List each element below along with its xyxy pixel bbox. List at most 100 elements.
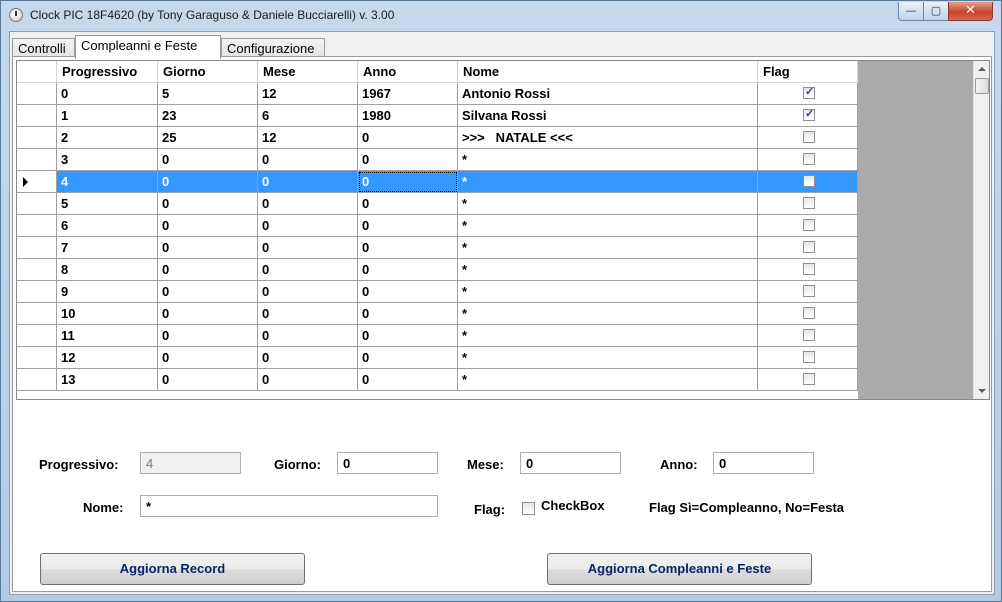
checkbox-unchecked-icon[interactable]	[803, 175, 815, 187]
cell-flag[interactable]	[758, 215, 858, 237]
checkbox-unchecked-icon[interactable]	[803, 351, 815, 363]
tab-configurazione[interactable]: Configurazione	[221, 38, 325, 58]
clock-icon[interactable]	[9, 8, 23, 22]
cell-mese[interactable]: 0	[258, 369, 358, 391]
row-header[interactable]	[17, 83, 57, 105]
cell-anno[interactable]: 0	[358, 127, 458, 149]
cell-progressivo[interactable]: 13	[57, 369, 158, 391]
column-header-giorno[interactable]: Giorno	[158, 61, 258, 83]
cell-nome[interactable]: Silvana Rossi	[458, 105, 758, 127]
cell-flag[interactable]	[758, 127, 858, 149]
cell-anno[interactable]: 0	[358, 237, 458, 259]
cell-giorno[interactable]: 5	[158, 83, 258, 105]
table-row[interactable]: 6 0 0 0 *	[17, 215, 858, 237]
cell-flag[interactable]	[758, 237, 858, 259]
cell-anno[interactable]: 0	[358, 347, 458, 369]
cell-nome[interactable]: *	[458, 347, 758, 369]
column-header-progressivo[interactable]: Progressivo	[57, 61, 158, 83]
checkbox-checked-icon[interactable]	[803, 85, 815, 99]
row-header[interactable]	[17, 193, 57, 215]
cell-giorno[interactable]: 0	[158, 149, 258, 171]
cell-progressivo[interactable]: 1	[57, 105, 158, 127]
cell-mese[interactable]: 0	[258, 303, 358, 325]
cell-anno[interactable]: 1980	[358, 105, 458, 127]
scroll-thumb[interactable]	[975, 78, 989, 94]
cell-anno[interactable]: 0	[358, 259, 458, 281]
column-header-flag[interactable]: Flag	[758, 61, 858, 83]
checkbox-unchecked-icon[interactable]	[803, 131, 815, 143]
mese-field[interactable]: 0	[520, 452, 621, 474]
column-header-mese[interactable]: Mese	[258, 61, 358, 83]
table-row[interactable]: 1 23 6 1980 Silvana Rossi	[17, 105, 858, 127]
cell-flag[interactable]	[758, 369, 858, 391]
cell-anno[interactable]: 0	[358, 369, 458, 391]
cell-mese[interactable]: 12	[258, 127, 358, 149]
cell-flag[interactable]	[758, 259, 858, 281]
table-row[interactable]: 13 0 0 0 *	[17, 369, 858, 391]
cell-giorno[interactable]: 0	[158, 237, 258, 259]
row-header[interactable]	[17, 325, 57, 347]
table-row[interactable]: 12 0 0 0 *	[17, 347, 858, 369]
cell-flag[interactable]	[758, 149, 858, 171]
row-header[interactable]	[17, 259, 57, 281]
cell-flag[interactable]	[758, 171, 858, 193]
cell-mese[interactable]: 0	[258, 215, 358, 237]
cell-progressivo[interactable]: 8	[57, 259, 158, 281]
records-grid[interactable]: Progressivo Giorno Mese Anno Nome Flag 0…	[16, 60, 990, 400]
cell-nome[interactable]: Antonio Rossi	[458, 83, 758, 105]
nome-field[interactable]: *	[140, 495, 438, 517]
column-header-anno[interactable]: Anno	[358, 61, 458, 83]
flag-checkbox[interactable]	[522, 502, 535, 515]
table-row[interactable]: 9 0 0 0 *	[17, 281, 858, 303]
checkbox-unchecked-icon[interactable]	[803, 285, 815, 297]
cell-nome[interactable]: *	[458, 281, 758, 303]
table-row[interactable]: 3 0 0 0 *	[17, 149, 858, 171]
cell-flag[interactable]	[758, 83, 858, 105]
anno-field[interactable]: 0	[713, 452, 814, 474]
row-header[interactable]	[17, 215, 57, 237]
vertical-scrollbar[interactable]	[973, 61, 989, 399]
cell-nome[interactable]: *	[458, 259, 758, 281]
cell-nome[interactable]: *	[458, 215, 758, 237]
cell-nome[interactable]: *	[458, 193, 758, 215]
cell-nome[interactable]: *	[458, 237, 758, 259]
cell-progressivo[interactable]: 11	[57, 325, 158, 347]
cell-flag[interactable]	[758, 347, 858, 369]
flag-checkbox-label[interactable]: CheckBox	[541, 498, 605, 513]
checkbox-unchecked-icon[interactable]	[803, 263, 815, 275]
cell-giorno[interactable]: 0	[158, 193, 258, 215]
close-button[interactable]: ✕	[948, 2, 993, 21]
cell-nome[interactable]: *	[458, 325, 758, 347]
cell-anno[interactable]: 0	[358, 193, 458, 215]
cell-anno[interactable]: 0	[358, 171, 458, 193]
cell-progressivo[interactable]: 6	[57, 215, 158, 237]
table-row[interactable]: 10 0 0 0 *	[17, 303, 858, 325]
cell-progressivo[interactable]: 5	[57, 193, 158, 215]
cell-anno[interactable]: 0	[358, 303, 458, 325]
cell-mese[interactable]: 0	[258, 237, 358, 259]
cell-mese[interactable]: 0	[258, 149, 358, 171]
cell-giorno[interactable]: 0	[158, 171, 258, 193]
cell-mese[interactable]: 0	[258, 259, 358, 281]
table-row[interactable]: 7 0 0 0 *	[17, 237, 858, 259]
row-header[interactable]	[17, 127, 57, 149]
cell-giorno[interactable]: 0	[158, 369, 258, 391]
row-header[interactable]	[17, 149, 57, 171]
checkbox-unchecked-icon[interactable]	[803, 307, 815, 319]
progressivo-field[interactable]: 4	[140, 452, 241, 474]
giorno-field[interactable]: 0	[337, 452, 438, 474]
scroll-down-icon[interactable]	[978, 389, 986, 393]
cell-flag[interactable]	[758, 281, 858, 303]
cell-mese[interactable]: 0	[258, 347, 358, 369]
checkbox-unchecked-icon[interactable]	[803, 219, 815, 231]
cell-progressivo[interactable]: 7	[57, 237, 158, 259]
table-row[interactable]: 2 25 12 0 >>> NATALE <<<	[17, 127, 858, 149]
table-row[interactable]: 11 0 0 0 *	[17, 325, 858, 347]
title-bar[interactable]: Clock PIC 18F4620 (by Tony Garaguso & Da…	[1, 1, 1001, 29]
cell-progressivo[interactable]: 4	[57, 171, 158, 193]
cell-nome[interactable]: *	[458, 303, 758, 325]
cell-progressivo[interactable]: 3	[57, 149, 158, 171]
cell-nome[interactable]: *	[458, 369, 758, 391]
table-row[interactable]: 5 0 0 0 *	[17, 193, 858, 215]
cell-giorno[interactable]: 0	[158, 325, 258, 347]
